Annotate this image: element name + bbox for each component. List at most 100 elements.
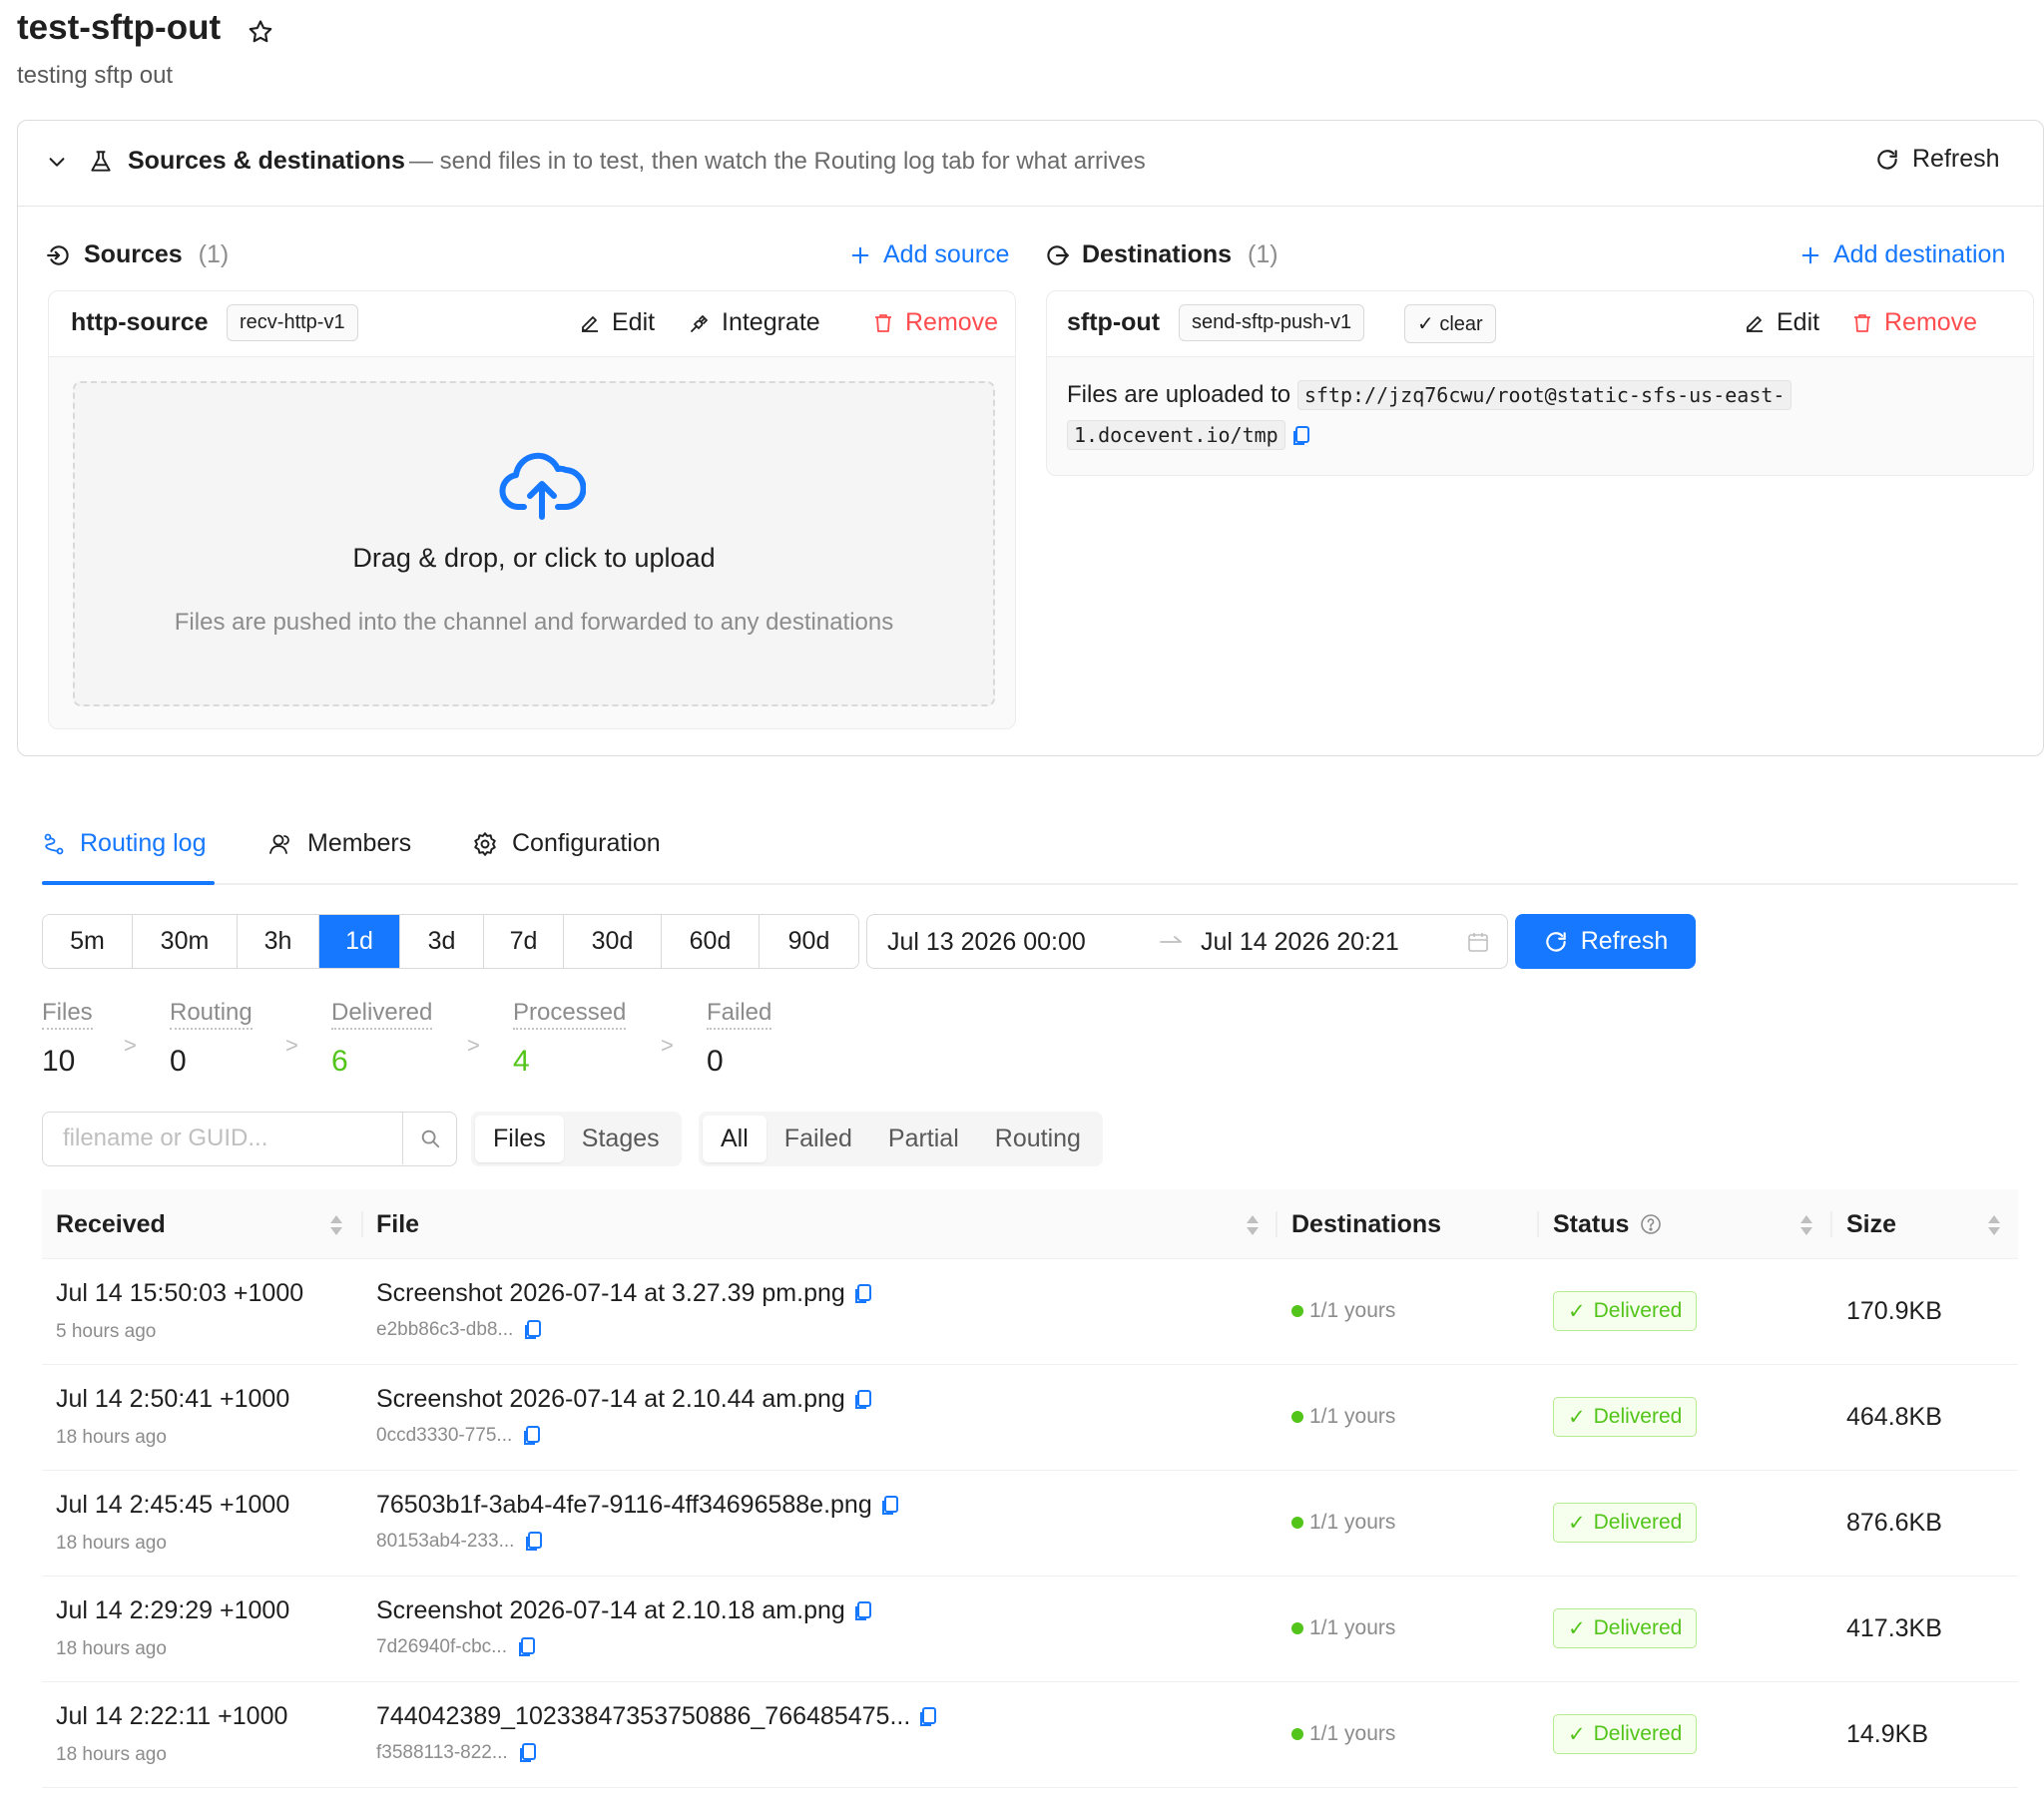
filter-all[interactable]: All xyxy=(703,1116,766,1162)
status-dot xyxy=(1291,1728,1303,1740)
status-badge: ✓ Delivered xyxy=(1553,1714,1698,1754)
status-dot xyxy=(1291,1411,1303,1423)
help-icon[interactable] xyxy=(1639,1212,1663,1236)
column-divider xyxy=(1830,1211,1832,1237)
check-icon: ✓ xyxy=(1568,1299,1586,1323)
refresh-log-button[interactable]: Refresh xyxy=(1515,914,1696,969)
copy-icon[interactable] xyxy=(1291,425,1311,447)
add-source-button[interactable]: Add source xyxy=(849,240,1009,269)
destinations-cell: 1/1 yours xyxy=(1291,1299,1395,1323)
stat-routing-value: 0 xyxy=(170,1045,187,1078)
date-start[interactable]: Jul 13 2026 00:00 xyxy=(887,928,1086,957)
chevron-right-icon: > xyxy=(661,1033,674,1058)
copy-icon[interactable] xyxy=(518,1742,538,1764)
remove-destination-button[interactable]: Remove xyxy=(1850,308,1977,337)
received-time: Jul 14 2:45:45 +1000 xyxy=(56,1491,290,1519)
edit-destination-label: Edit xyxy=(1777,308,1820,336)
filter-failed[interactable]: Failed xyxy=(766,1116,870,1162)
filter-routing[interactable]: Routing xyxy=(977,1116,1099,1162)
stat-processed-value: 4 xyxy=(513,1045,530,1078)
table-row[interactable]: Jul 14 2:45:45 +1000 18 hours ago 76503b… xyxy=(42,1471,2018,1577)
copy-icon[interactable] xyxy=(853,1389,873,1411)
add-destination-label: Add destination xyxy=(1833,240,2006,268)
table-row[interactable]: Jul 14 2:50:41 +1000 18 hours ago Screen… xyxy=(42,1365,2018,1471)
view-stages[interactable]: Stages xyxy=(564,1116,678,1162)
sort-icon[interactable] xyxy=(329,1213,343,1237)
file-size: 417.3KB xyxy=(1846,1614,1942,1642)
view-files[interactable]: Files xyxy=(475,1116,564,1162)
source-card-header: http-source recv-http-v1 Edit Integrate … xyxy=(49,291,1015,357)
active-tab-indicator xyxy=(42,881,215,885)
range-90d[interactable]: 90d xyxy=(760,915,858,968)
range-7d[interactable]: 7d xyxy=(484,915,564,968)
copy-icon[interactable] xyxy=(918,1706,938,1728)
column-status[interactable]: Status xyxy=(1553,1189,1663,1259)
copy-icon[interactable] xyxy=(522,1425,542,1447)
tab-members[interactable]: Members xyxy=(267,829,411,858)
copy-icon[interactable] xyxy=(853,1283,873,1305)
remove-source-label: Remove xyxy=(905,308,999,336)
filter-partial[interactable]: Partial xyxy=(870,1116,977,1162)
status-text: Delivered xyxy=(1593,1299,1683,1322)
chevron-down-icon[interactable] xyxy=(46,151,68,173)
integrate-button[interactable]: Integrate xyxy=(688,308,820,337)
star-icon[interactable] xyxy=(247,18,274,46)
trash-icon xyxy=(1850,311,1874,335)
destination-icon xyxy=(1044,242,1070,268)
search-input[interactable] xyxy=(43,1113,402,1164)
check-icon: ✓ xyxy=(1568,1616,1586,1640)
received-time: Jul 14 2:50:41 +1000 xyxy=(56,1385,290,1413)
gear-icon xyxy=(472,831,498,857)
status-dot xyxy=(1291,1305,1303,1317)
edit-icon xyxy=(578,311,602,335)
upload-dropzone[interactable]: Drag & drop, or click to upload Files ar… xyxy=(73,381,995,706)
range-60d[interactable]: 60d xyxy=(662,915,760,968)
range-30m[interactable]: 30m xyxy=(133,915,238,968)
panel-description: — send files in to test, then watch the … xyxy=(409,148,1146,175)
chevron-right-icon: > xyxy=(124,1033,137,1058)
copy-icon[interactable] xyxy=(517,1636,537,1658)
sort-icon[interactable] xyxy=(1799,1213,1813,1237)
range-30d[interactable]: 30d xyxy=(564,915,662,968)
range-3h[interactable]: 3h xyxy=(238,915,319,968)
table-row[interactable]: Jul 14 2:29:29 +1000 18 hours ago Screen… xyxy=(42,1577,2018,1682)
upload-path-line1: sftp://jzq76cwu/root@static-sfs-us-east- xyxy=(1296,380,1792,410)
copy-icon[interactable] xyxy=(853,1600,873,1622)
sort-icon[interactable] xyxy=(1246,1213,1260,1237)
destinations-text: 1/1 yours xyxy=(1309,1405,1396,1428)
edit-source-button[interactable]: Edit xyxy=(578,308,655,337)
range-5m[interactable]: 5m xyxy=(43,915,133,968)
time-range-selector: 5m 30m 3h 1d 3d 7d 30d 60d 90d xyxy=(42,914,859,969)
range-1d[interactable]: 1d xyxy=(319,915,400,968)
column-status-label: Status xyxy=(1553,1209,1630,1238)
panel-header[interactable]: Sources & destinations — send files in t… xyxy=(18,121,2043,207)
range-3d[interactable]: 3d xyxy=(400,915,484,968)
tab-configuration[interactable]: Configuration xyxy=(472,829,661,858)
received-time: Jul 14 2:29:29 +1000 xyxy=(56,1596,290,1624)
copy-icon[interactable] xyxy=(524,1531,544,1553)
search-button[interactable] xyxy=(402,1113,456,1164)
upload-destination-text: Files are uploaded to sftp://jzq76cwu/ro… xyxy=(1067,375,1845,455)
panel-title: Sources & destinations xyxy=(128,147,405,175)
edit-destination-button[interactable]: Edit xyxy=(1743,308,1819,337)
date-end[interactable]: Jul 14 2026 20:21 xyxy=(1201,928,1399,957)
source-icon xyxy=(46,242,72,268)
status-text: Delivered xyxy=(1593,1722,1683,1745)
stat-files-label: Files xyxy=(42,999,93,1030)
tab-routing-log[interactable]: Routing log xyxy=(42,829,206,858)
table-row[interactable]: Jul 14 2:22:11 +1000 18 hours ago 744042… xyxy=(42,1682,2018,1788)
refresh-icon xyxy=(1543,929,1569,955)
column-file[interactable]: File xyxy=(376,1189,419,1259)
date-range-picker[interactable]: Jul 13 2026 00:00 Jul 14 2026 20:21 xyxy=(866,914,1508,969)
remove-source-button[interactable]: Remove xyxy=(871,308,998,337)
column-received[interactable]: Received xyxy=(56,1189,166,1259)
table-row[interactable]: Jul 14 15:50:03 +1000 5 hours ago Screen… xyxy=(42,1259,2018,1365)
column-size[interactable]: Size xyxy=(1846,1189,1896,1259)
copy-icon[interactable] xyxy=(523,1319,543,1341)
file-name-text: 744042389_10233847353750886_766485475... xyxy=(376,1702,911,1730)
panel-refresh-button[interactable]: Refresh xyxy=(1874,145,2000,174)
column-divider xyxy=(1537,1211,1539,1237)
sort-icon[interactable] xyxy=(1987,1213,2001,1237)
copy-icon[interactable] xyxy=(880,1495,900,1517)
add-destination-button[interactable]: Add destination xyxy=(1799,240,2005,269)
